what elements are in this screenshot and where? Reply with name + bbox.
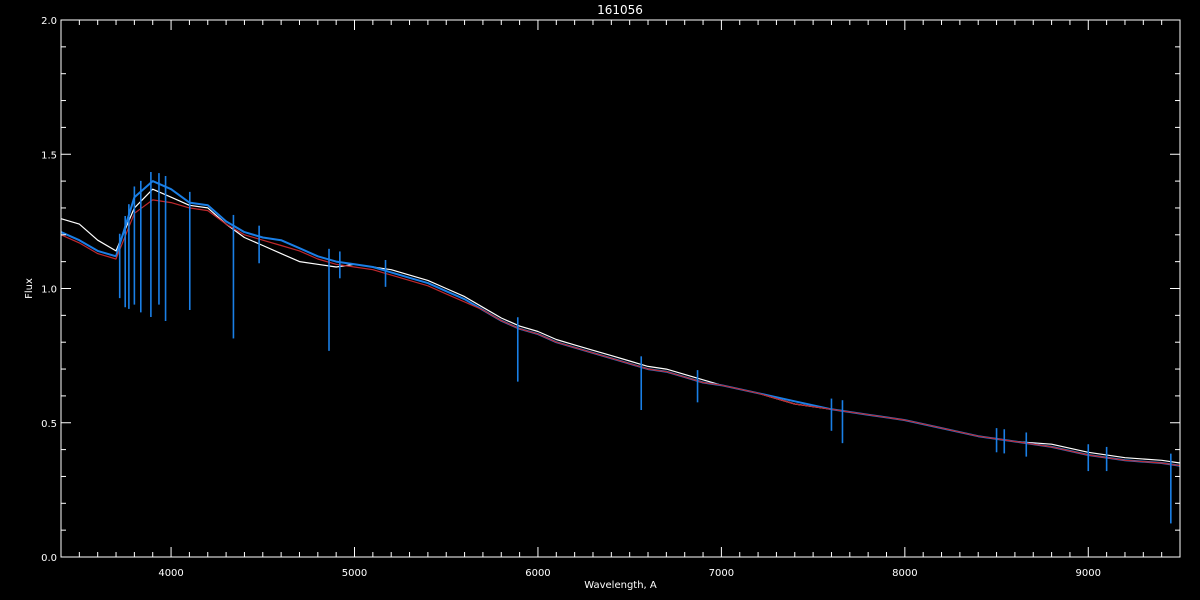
x-tick-label: 8000 (892, 568, 917, 579)
x-tick-label: 6000 (525, 568, 550, 579)
chart-background (0, 0, 1200, 600)
x-tick-label: 9000 (1076, 568, 1101, 579)
y-tick-label: 2.0 (41, 16, 57, 27)
spectrum-chart: 161056 4000 5000 6000 7000 8000 9000 0.0 0.5 1.0… (0, 0, 1200, 600)
x-tick-label: 7000 (709, 568, 734, 579)
chart-title: 161056 (597, 3, 643, 17)
y-axis-label: Flux (24, 278, 35, 299)
y-tick-label: 0.5 (41, 419, 57, 430)
y-tick-label: 1.5 (41, 150, 57, 161)
x-tick-label: 4000 (158, 568, 183, 579)
x-axis-label: Wavelength, A (584, 580, 657, 591)
x-tick-label: 5000 (342, 568, 367, 579)
y-tick-label: 0.0 (41, 553, 57, 564)
y-tick-label: 1.0 (41, 285, 57, 296)
